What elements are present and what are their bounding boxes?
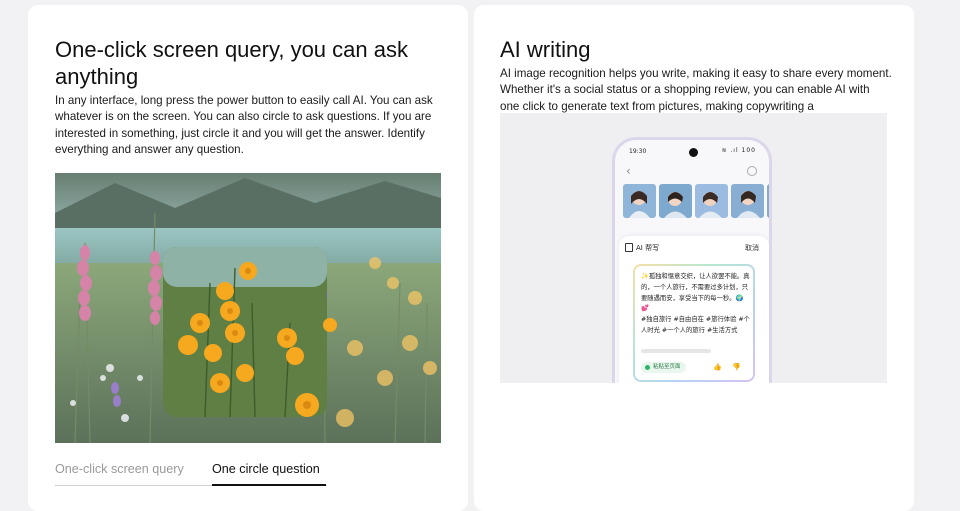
active-tab-indicator (212, 484, 326, 486)
paste-to-page-button[interactable]: 粘贴至页面 (641, 362, 686, 373)
ai-writing-panel: AI 帮写 取消 ✨孤独和惬意交织，让人欲罢不能。真的，一个人旅行，不需要过多计… (619, 236, 769, 383)
card-title: One-click screen query, you can ask anyt… (55, 37, 408, 89)
photo-thumbnail (767, 184, 769, 218)
photo-thumbnails (623, 184, 769, 218)
card-description: AI image recognition helps you write, ma… (500, 67, 892, 113)
ai-write-icon (625, 243, 633, 252)
feedback-icons[interactable]: 👍 👎 (713, 363, 745, 371)
ai-generated-note (641, 349, 711, 353)
photo-thumbnail (731, 184, 764, 218)
ai-result-box: ✨孤独和惬意交织，让人欲罢不能。真的，一个人旅行，不需要过多计划，只要随遇而安，… (633, 264, 755, 382)
photo-thumbnail (695, 184, 728, 218)
status-time: 19:30 (629, 148, 647, 155)
card-description: In any interface, long press the power b… (55, 94, 433, 156)
cancel-button[interactable]: 取消 (745, 243, 759, 253)
back-chevron-icon: ‹ (626, 164, 631, 178)
ai-panel-title: AI 帮写 (636, 244, 660, 252)
tab-one-circle-question[interactable]: One circle question (212, 461, 320, 477)
paste-icon (645, 365, 650, 370)
info-icon (747, 166, 757, 176)
photo-thumbnail (659, 184, 692, 218)
phone-frame: 19:30 ≋ .ıl 100 ‹ AI 帮写 取消 ✨孤独和惬意交织，让人欲罢… (612, 137, 772, 383)
card-title: AI writing (500, 37, 591, 62)
feature-card-screen-query: One-click screen query, you can ask anyt… (28, 5, 468, 511)
ai-generated-text: ✨孤独和惬意交织，让人欲罢不能。真的，一个人旅行，不需要过多计划，只要随遇而安，… (641, 273, 750, 334)
phone-mockup-image: 19:30 ≋ .ıl 100 ‹ AI 帮写 取消 ✨孤独和惬意交织，让人欲罢… (500, 113, 887, 383)
feature-card-ai-writing: AI writing AI image recognition helps yo… (474, 5, 914, 511)
phone-screen: 19:30 ≋ .ıl 100 ‹ AI 帮写 取消 ✨孤独和惬意交织，让人欲罢… (615, 140, 769, 383)
flower-field-image (55, 173, 441, 443)
tab-bar: One-click screen query One circle questi… (55, 457, 327, 486)
photo-thumbnail (623, 184, 656, 218)
tab-one-click-screen-query[interactable]: One-click screen query (55, 461, 184, 477)
camera-hole (689, 148, 698, 157)
status-icons: ≋ .ıl 100 (721, 147, 756, 154)
